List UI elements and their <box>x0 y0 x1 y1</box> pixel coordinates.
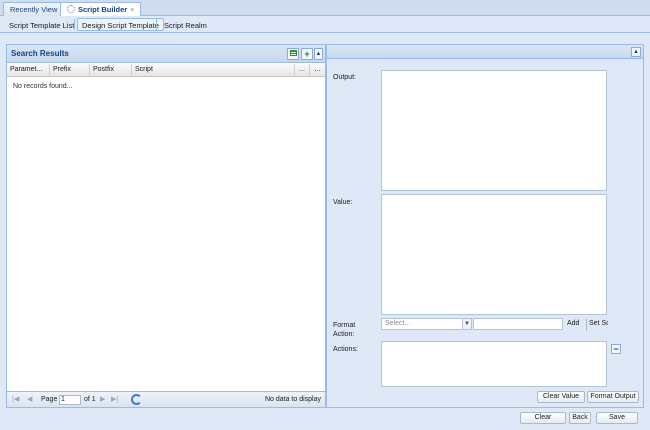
last-page-button[interactable]: ▶| <box>111 395 118 403</box>
tab-recently-view[interactable]: Recently View <box>3 2 65 16</box>
save-button[interactable]: Save <box>596 412 638 424</box>
top-tab-strip: Recently View Script Builder × <box>0 0 650 17</box>
collapse-button[interactable]: ▲ <box>631 47 641 57</box>
grid-column-header: Paramet... Prefix Postfix Script ... ... <box>7 64 325 77</box>
column-postfix[interactable]: Postfix <box>90 64 132 77</box>
page-number-input[interactable]: 1 <box>59 395 81 405</box>
sub-tab-bar: Script Template List Design Script Templ… <box>0 16 650 33</box>
design-form-header: ▲ <box>327 45 643 59</box>
gear-icon <box>67 5 75 13</box>
tab-script-builder[interactable]: Script Builder × <box>60 2 142 17</box>
column-script[interactable]: Script <box>132 64 295 77</box>
tab-recently-view-label: Recently View <box>10 5 58 14</box>
column-action-2[interactable]: ... <box>310 64 325 77</box>
column-prefix[interactable]: Prefix <box>50 64 90 77</box>
back-button[interactable]: Back <box>569 412 591 424</box>
value-textarea[interactable] <box>381 194 607 315</box>
export-button[interactable] <box>287 48 299 60</box>
prev-page-button[interactable]: ◀ <box>27 395 32 403</box>
format-action-select[interactable]: Select... <box>381 318 463 330</box>
collapse-button[interactable]: ▲ <box>314 48 323 60</box>
add-button[interactable]: + <box>301 48 313 60</box>
tab-design-script-template[interactable]: Design Script Template <box>77 18 164 31</box>
tab-separator <box>74 19 75 30</box>
search-results-panel: Search Results + ▲ Paramet... Prefix Pos… <box>6 44 326 408</box>
empty-message: No records found... <box>13 83 73 90</box>
tab-script-template-list[interactable]: Script Template List <box>4 18 79 31</box>
clear-value-button[interactable]: Clear Value <box>537 391 585 403</box>
page-label: Page <box>41 396 58 403</box>
format-action-input[interactable] <box>473 318 563 330</box>
set-button[interactable]: Set Sc <box>586 319 608 331</box>
design-form-panel: ▲ Output: Value: Format Action: Select..… <box>326 44 644 408</box>
next-page-button[interactable]: ▶ <box>100 395 105 403</box>
search-results-title: Search Results <box>11 49 69 58</box>
output-textarea[interactable] <box>381 70 607 191</box>
paging-toolbar: |◀ ◀ Page 1 of 1 ▶ ▶| No data to display <box>7 391 325 407</box>
actions-label: Actions: <box>333 346 358 353</box>
column-parameter[interactable]: Paramet... <box>7 64 50 77</box>
first-page-button[interactable]: |◀ <box>12 395 19 403</box>
tab-script-builder-label: Script Builder <box>78 5 128 14</box>
refresh-icon[interactable] <box>131 394 142 405</box>
format-action-label: Format Action: <box>333 322 356 338</box>
format-output-button[interactable]: Format Output <box>587 391 639 403</box>
close-icon[interactable]: × <box>130 7 134 14</box>
value-label: Value: <box>333 199 353 206</box>
clear-button[interactable]: Clear <box>520 412 566 424</box>
bottom-toolbar: Clear Back Save <box>0 408 650 430</box>
grid-icon <box>289 50 297 57</box>
paging-status: No data to display <box>264 396 321 403</box>
remove-button[interactable]: − <box>611 344 621 354</box>
tab-separator <box>156 19 157 30</box>
column-action-1[interactable]: ... <box>295 64 310 77</box>
add-button[interactable]: Add <box>567 319 579 331</box>
search-results-header: Search Results + ▲ <box>7 45 325 63</box>
page-count-label: of 1 <box>84 396 96 403</box>
chevron-down-icon[interactable]: ▼ <box>462 318 472 330</box>
output-label: Output: <box>333 74 356 81</box>
tab-script-realm[interactable]: Script Realm <box>159 18 212 31</box>
actions-textarea[interactable] <box>381 341 607 387</box>
